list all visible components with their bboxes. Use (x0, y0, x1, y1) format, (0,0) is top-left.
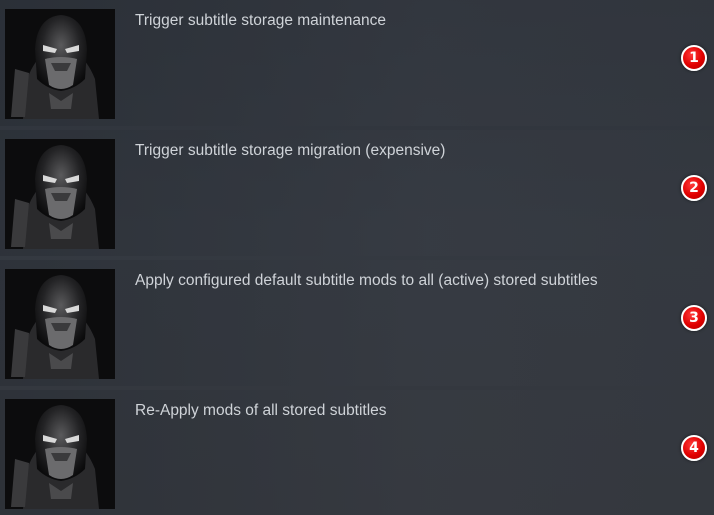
action-label: Re-Apply mods of all stored subtitles (135, 402, 387, 419)
number-badge: 2 (681, 175, 707, 201)
action-thumbnail (5, 269, 115, 379)
action-row-storage-migration[interactable]: Trigger subtitle storage migration (expe… (0, 130, 714, 256)
action-row-apply-default-mods[interactable]: Apply configured default subtitle mods t… (0, 260, 714, 386)
number-badge: 3 (681, 305, 707, 331)
action-row-storage-maintenance[interactable]: Trigger subtitle storage maintenance 1 (0, 0, 714, 126)
action-thumbnail (5, 399, 115, 509)
action-thumbnail (5, 139, 115, 249)
masked-ninja-image (5, 139, 115, 249)
number-badge: 4 (681, 435, 707, 461)
action-thumbnail (5, 9, 115, 119)
action-list: Trigger subtitle storage maintenance 1 T… (0, 0, 714, 515)
masked-ninja-image (5, 9, 115, 119)
masked-ninja-image (5, 399, 115, 509)
number-badge: 1 (681, 45, 707, 71)
action-label: Trigger subtitle storage migration (expe… (135, 142, 446, 159)
action-label: Apply configured default subtitle mods t… (135, 272, 598, 289)
action-row-reapply-mods[interactable]: Re-Apply mods of all stored subtitles 4 (0, 390, 714, 515)
action-label: Trigger subtitle storage maintenance (135, 12, 387, 29)
masked-ninja-image (5, 269, 115, 379)
